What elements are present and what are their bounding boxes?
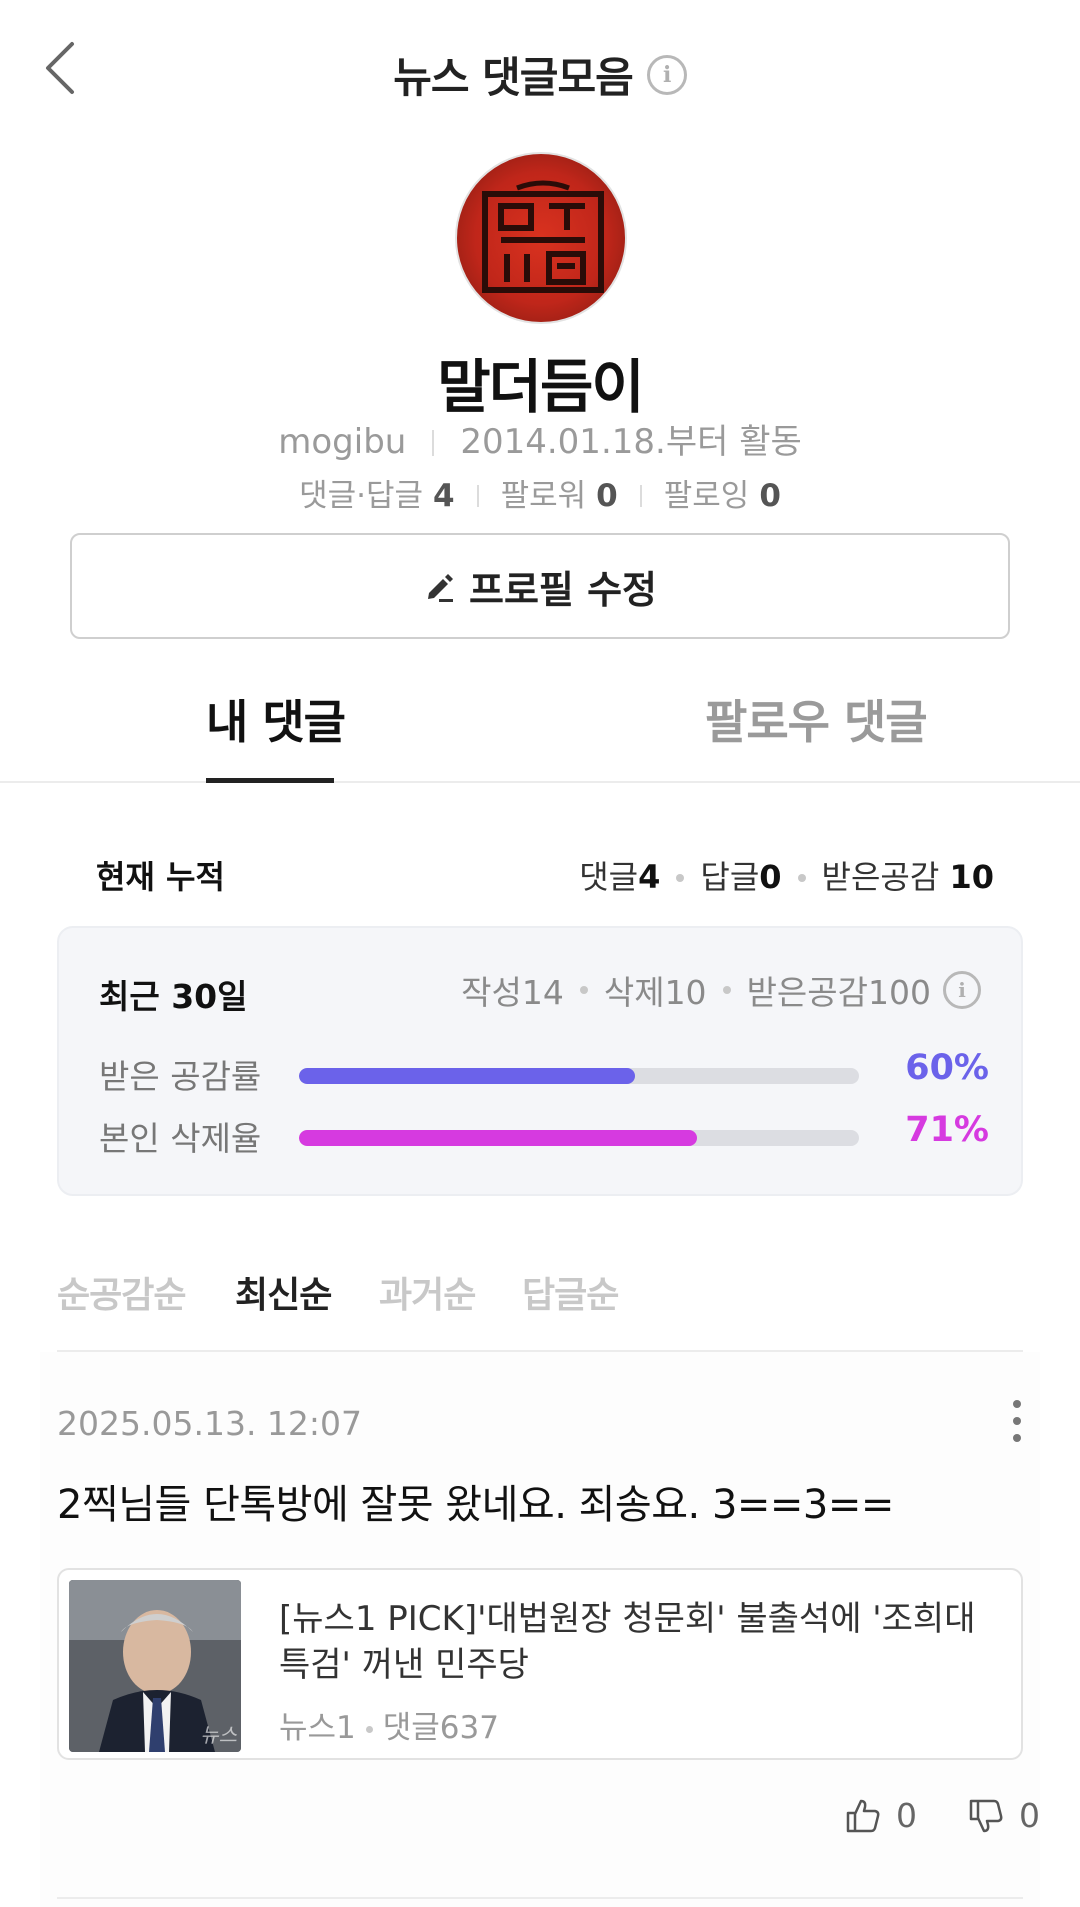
- followers-value: 0: [596, 478, 618, 514]
- page-title-text: 뉴스 댓글모음: [393, 53, 633, 102]
- like-rate-bar: [299, 1068, 859, 1084]
- news-comment-count: 댓글637: [382, 1710, 499, 1746]
- news-article-card[interactable]: 뉴스 [뉴스1 PICK]'대법원장 청문회' 불출석에 '조희대 특검' 꺼낸…: [57, 1568, 1023, 1760]
- bullet: [579, 986, 588, 994]
- like-rate-label: 받은 공감률: [99, 1057, 262, 1096]
- more-dot: [1013, 1417, 1021, 1425]
- more-dot: [1013, 1400, 1021, 1408]
- cumulative-summary: 현재 누적 댓글4 답글0 받은공감 10: [96, 852, 994, 902]
- delete-rate-label: 본인 삭제율: [99, 1119, 262, 1158]
- divider: [57, 1897, 1023, 1899]
- recent-written: 작성14: [461, 973, 564, 1012]
- tab-my-comments[interactable]: 내 댓글: [206, 686, 346, 752]
- delete-rate-bar-fill: [299, 1130, 697, 1146]
- more-dot: [1013, 1434, 1021, 1442]
- tab-bar: 내 댓글 팔로우 댓글: [0, 650, 1080, 783]
- summary-replies-label: 답글: [700, 858, 760, 896]
- edit-profile-label: 프로필 수정: [468, 567, 658, 612]
- edit-profile-button[interactable]: 프로필 수정: [70, 533, 1010, 639]
- bullet: [722, 986, 731, 994]
- recent-stats: 작성14 삭제10 받은공감100 i: [461, 966, 981, 1014]
- reactions: 0 0: [844, 1796, 1040, 1835]
- like-rate-value: 60%: [905, 1048, 989, 1088]
- info-icon[interactable]: i: [646, 54, 687, 95]
- summary-comments-label: 댓글: [579, 858, 639, 896]
- tab-follow-comments[interactable]: 팔로우 댓글: [705, 686, 928, 752]
- page-title: 뉴스 댓글모음 i: [0, 44, 1080, 105]
- sort-bar: 순공감순 최신순 과거순 답글순: [40, 1238, 1040, 1348]
- delete-rate-bar: [299, 1130, 859, 1146]
- followers-link[interactable]: 팔로워 0: [501, 478, 618, 514]
- like-count: 0: [896, 1796, 917, 1835]
- user-id: mogibu: [278, 422, 407, 462]
- news-source: 뉴스1: [279, 1710, 356, 1746]
- page: 뉴스 댓글모음 i 말더듬이 mogibu 2014.01.18.부터 활동 댓글…: [0, 0, 1080, 1907]
- divider: [639, 485, 642, 507]
- comment-date: 2025.05.13. 12:07: [57, 1404, 363, 1443]
- following-label: 팔로잉: [663, 478, 750, 514]
- more-options-button[interactable]: [1005, 1400, 1029, 1456]
- pencil-icon: [427, 574, 453, 602]
- sort-oldest[interactable]: 과거순: [379, 1266, 476, 1318]
- recent-30-days-card: 최근 30일 작성14 삭제10 받은공감100 i 받은 공감률 60% 본인 삭…: [57, 926, 1023, 1196]
- active-since: 2014.01.18.부터 활동: [460, 422, 802, 462]
- news-thumbnail: 뉴스: [69, 1580, 241, 1752]
- thumbs-up-icon: [846, 1799, 880, 1832]
- bullet: [365, 1726, 373, 1733]
- comments-count-value: 4: [433, 478, 455, 514]
- sort-most-liked[interactable]: 순공감순: [57, 1266, 186, 1318]
- dislike-count: 0: [1019, 1796, 1040, 1835]
- like-rate-row: 받은 공감률 60%: [99, 1048, 989, 1100]
- comments-count-label: 댓글·답글: [299, 478, 424, 514]
- bullet: [797, 874, 806, 882]
- delete-rate-row: 본인 삭제율 71%: [99, 1110, 989, 1162]
- summary-replies-value: 0: [759, 858, 782, 896]
- bullet: [676, 874, 685, 882]
- sort-most-replies[interactable]: 답글순: [522, 1266, 619, 1318]
- recent-likes: 받은공감100: [746, 973, 931, 1012]
- comments-count-link[interactable]: 댓글·답글 4: [299, 478, 455, 514]
- recent-deleted: 삭제10: [603, 973, 707, 1012]
- summary-likes-label: 받은공감: [821, 858, 940, 896]
- delete-rate-value: 71%: [905, 1110, 989, 1150]
- active-tab-indicator: [206, 778, 334, 783]
- summary-likes-value: 10: [949, 858, 994, 896]
- summary-label: 현재 누적: [96, 858, 225, 896]
- comment-text: 2찍님들 단톡방에 잘못 왔네요. 죄송요. 3==3==: [57, 1482, 894, 1528]
- like-rate-bar-fill: [299, 1068, 635, 1084]
- summary-comments-value: 4: [638, 858, 661, 896]
- sort-newest[interactable]: 최신순: [235, 1266, 332, 1318]
- header: 뉴스 댓글모음 i: [0, 0, 1080, 140]
- profile-counts: 댓글·답글 4 팔로워 0 팔로잉 0: [0, 470, 1080, 515]
- seal-stamp-image: [482, 180, 604, 293]
- following-link[interactable]: 팔로잉 0: [664, 478, 781, 514]
- nickname: 말더듬이: [437, 353, 644, 421]
- followers-label: 팔로워: [500, 478, 587, 514]
- dislike-button[interactable]: 0: [967, 1796, 1040, 1835]
- divider: [476, 485, 479, 507]
- thumbnail-watermark: 뉴스: [200, 1723, 237, 1747]
- recent-title: 최근 30일: [99, 977, 248, 1016]
- profile-meta: mogibu 2014.01.18.부터 활동: [0, 414, 1080, 463]
- following-value: 0: [759, 478, 781, 514]
- divider: [432, 430, 435, 456]
- like-button[interactable]: 0: [844, 1796, 917, 1835]
- news-meta: 뉴스1 댓글637: [279, 1702, 499, 1747]
- info-icon[interactable]: i: [943, 971, 981, 1009]
- thumbs-down-icon: [969, 1799, 1003, 1832]
- news-title[interactable]: [뉴스1 PICK]'대법원장 청문회' 불출석에 '조희대 특검' 꺼낸 민주…: [279, 1596, 999, 1688]
- avatar[interactable]: [455, 152, 627, 324]
- summary-stats: 댓글4 답글0 받은공감 10: [579, 852, 994, 898]
